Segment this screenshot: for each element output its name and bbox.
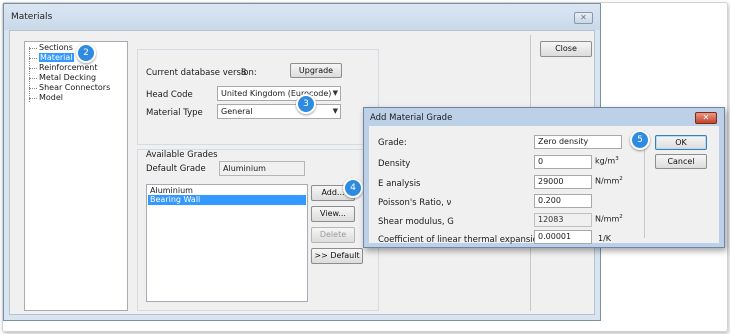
step-badge-4: 4 [343, 178, 363, 198]
upgrade-button[interactable]: Upgrade [290, 63, 342, 78]
dialog-body: Grade: Zero density Density 0 kg/m3 E an… [369, 126, 719, 245]
window-title: Materials [11, 12, 53, 22]
tree-item-shear-connectors[interactable]: Shear Connectors [28, 83, 110, 93]
available-grades-title: Available Grades [144, 150, 220, 160]
tree-item-reinforcement[interactable]: Reinforcement [28, 63, 97, 73]
grades-list[interactable]: Aluminium Bearing Wall [146, 184, 308, 302]
window-title-bar: Materials ✕ [4, 4, 600, 30]
available-grades-group: Available Grades Default Grade Aluminium… [137, 149, 379, 311]
density-field[interactable]: 0 [534, 155, 592, 169]
thermal-expansion-field[interactable]: 0.00001 [534, 230, 592, 244]
thermal-expansion-label: Coefficient of linear thermal expansion [378, 235, 544, 245]
head-code-value: United Kingdom (Eurocode) [221, 89, 332, 98]
density-unit: kg/m3 [595, 156, 619, 166]
shear-modulus-unit: N/mm2 [595, 214, 623, 224]
tree-item-metal-decking[interactable]: Metal Decking [28, 73, 96, 83]
grade-field[interactable]: Zero density [534, 135, 622, 149]
default-grade-value: Aluminium [219, 161, 305, 176]
close-button[interactable]: Close [540, 41, 592, 57]
window-close-button[interactable]: ✕ [574, 12, 593, 24]
tree-item-sections[interactable]: Sections [29, 43, 73, 53]
step-badge-5: 5 [630, 130, 650, 150]
category-tree[interactable]: Sections Material Reinforcement Metal De… [24, 41, 128, 311]
head-code-select[interactable]: United Kingdom (Eurocode) ▼ [217, 86, 341, 101]
tree-item-model[interactable]: Model [28, 93, 63, 103]
cancel-button[interactable]: Cancel [655, 154, 707, 169]
poisson-label: Poisson's Ratio, ν [378, 198, 452, 208]
chevron-down-icon: ▼ [332, 89, 338, 97]
material-type-label: Material Type [146, 108, 203, 118]
add-material-grade-dialog: Add Material Grade ✕ Grade: Zero density… [363, 107, 725, 248]
ok-button[interactable]: OK [655, 135, 707, 150]
shear-modulus-label: Shear modulus, G [378, 217, 454, 227]
view-grade-button[interactable]: View... [311, 206, 355, 222]
tree-item-material[interactable]: Material [29, 53, 74, 63]
e-analysis-field[interactable]: 29000 [534, 175, 592, 189]
shear-modulus-field: 12083 [534, 213, 592, 227]
dialog-title: Add Material Grade [370, 113, 453, 123]
head-code-label: Head Code [146, 90, 193, 100]
default-grade-label: Default Grade [146, 164, 206, 174]
e-analysis-label: E analysis [378, 179, 421, 189]
step-badge-2: 2 [76, 43, 96, 63]
set-default-button[interactable]: >> Default [311, 248, 363, 264]
poisson-field[interactable]: 0.200 [534, 194, 592, 208]
delete-grade-button[interactable]: Delete [311, 227, 355, 243]
material-type-value: General [221, 107, 253, 116]
step-badge-3: 3 [296, 94, 316, 114]
thermal-expansion-unit: 1/K [598, 234, 612, 243]
tree-connector [29, 47, 30, 102]
material-type-select[interactable]: General ▼ [217, 104, 341, 119]
grade-label: Grade: [378, 138, 407, 148]
dialog-close-button[interactable]: ✕ [695, 112, 717, 124]
db-version-value: 8 [241, 68, 247, 78]
chevron-down-icon: ▼ [332, 107, 338, 115]
database-group: Current database version: 8 Upgrade Head… [137, 49, 379, 145]
list-item[interactable]: Bearing Wall [148, 195, 306, 205]
e-analysis-unit: N/mm2 [595, 176, 623, 186]
density-label: Density [378, 159, 411, 169]
